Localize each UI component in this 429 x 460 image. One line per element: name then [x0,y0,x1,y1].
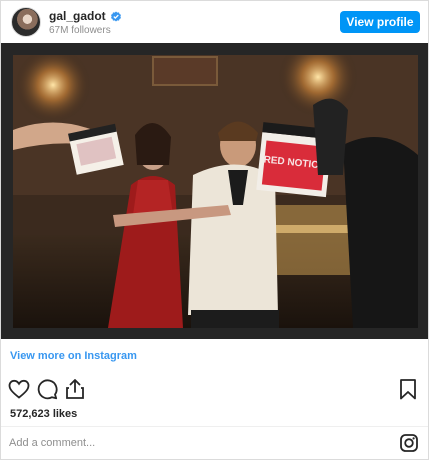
comment-icon[interactable] [35,377,59,401]
username-row: gal_gadot [49,9,122,23]
comment-input[interactable] [9,432,389,454]
instagram-embed-card: gal_gadot 67M followers View profile RED… [0,0,429,460]
instagram-icon[interactable] [400,434,418,452]
likes-count[interactable]: 572,623 likes [10,408,77,420]
view-profile-button[interactable]: View profile [340,11,420,33]
verified-badge-icon [110,10,122,22]
bookmark-icon[interactable] [396,377,420,401]
heart-icon[interactable] [7,377,31,401]
share-icon[interactable] [63,377,87,401]
post-photo[interactable]: RED NOTICE [13,55,418,328]
divider [1,426,428,427]
username[interactable]: gal_gadot [49,9,106,23]
post-media[interactable]: RED NOTICE [1,43,428,339]
followers-count: 67M followers [49,25,111,36]
view-more-link[interactable]: View more on Instagram [10,350,137,362]
post-header: gal_gadot 67M followers View profile [1,1,428,43]
action-row [1,377,428,405]
avatar[interactable] [11,7,41,37]
